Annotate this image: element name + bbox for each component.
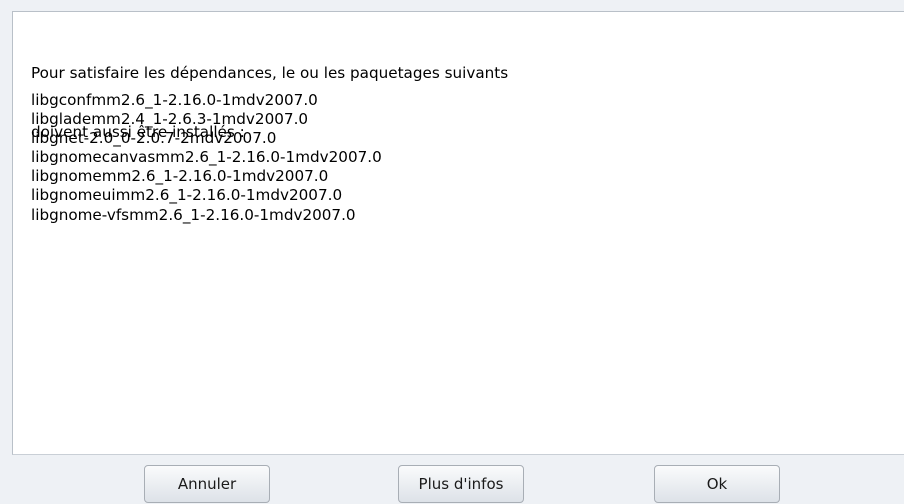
- package-item: libgnet-2.0_0-2.0.7-2mdv2007.0: [31, 129, 277, 148]
- package-item: libgconfmm2.6_1-2.16.0-1mdv2007.0: [31, 91, 318, 109]
- dependencies-dialog: Pour satisfaire les dépendances, le ou l…: [0, 0, 904, 504]
- more-info-button[interactable]: Plus d'infos: [398, 465, 524, 503]
- package-item: libgnomecanvasmm2.6_1-2.16.0-1mdv2007.0: [31, 148, 382, 167]
- package-item: libgnomeuimm2.6_1-2.16.0-1mdv2007.0: [31, 186, 343, 205]
- package-list: libgconfmm2.6_1-2.16.0-1mdv2007.0 libgla…: [31, 91, 382, 225]
- ok-button[interactable]: Ok: [654, 465, 780, 503]
- package-item: libgnome-vfsmm2.6_1-2.16.0-1mdv2007.0: [31, 205, 356, 224]
- message-area: Pour satisfaire les dépendances, le ou l…: [12, 11, 904, 455]
- message-line-1: Pour satisfaire les dépendances, le ou l…: [31, 64, 509, 82]
- package-item: libgnomemm2.6_1-2.16.0-1mdv2007.0: [31, 167, 329, 186]
- cancel-button[interactable]: Annuler: [144, 465, 270, 503]
- package-item: libglademm2.4_1-2.6.3-1mdv2007.0: [31, 110, 309, 129]
